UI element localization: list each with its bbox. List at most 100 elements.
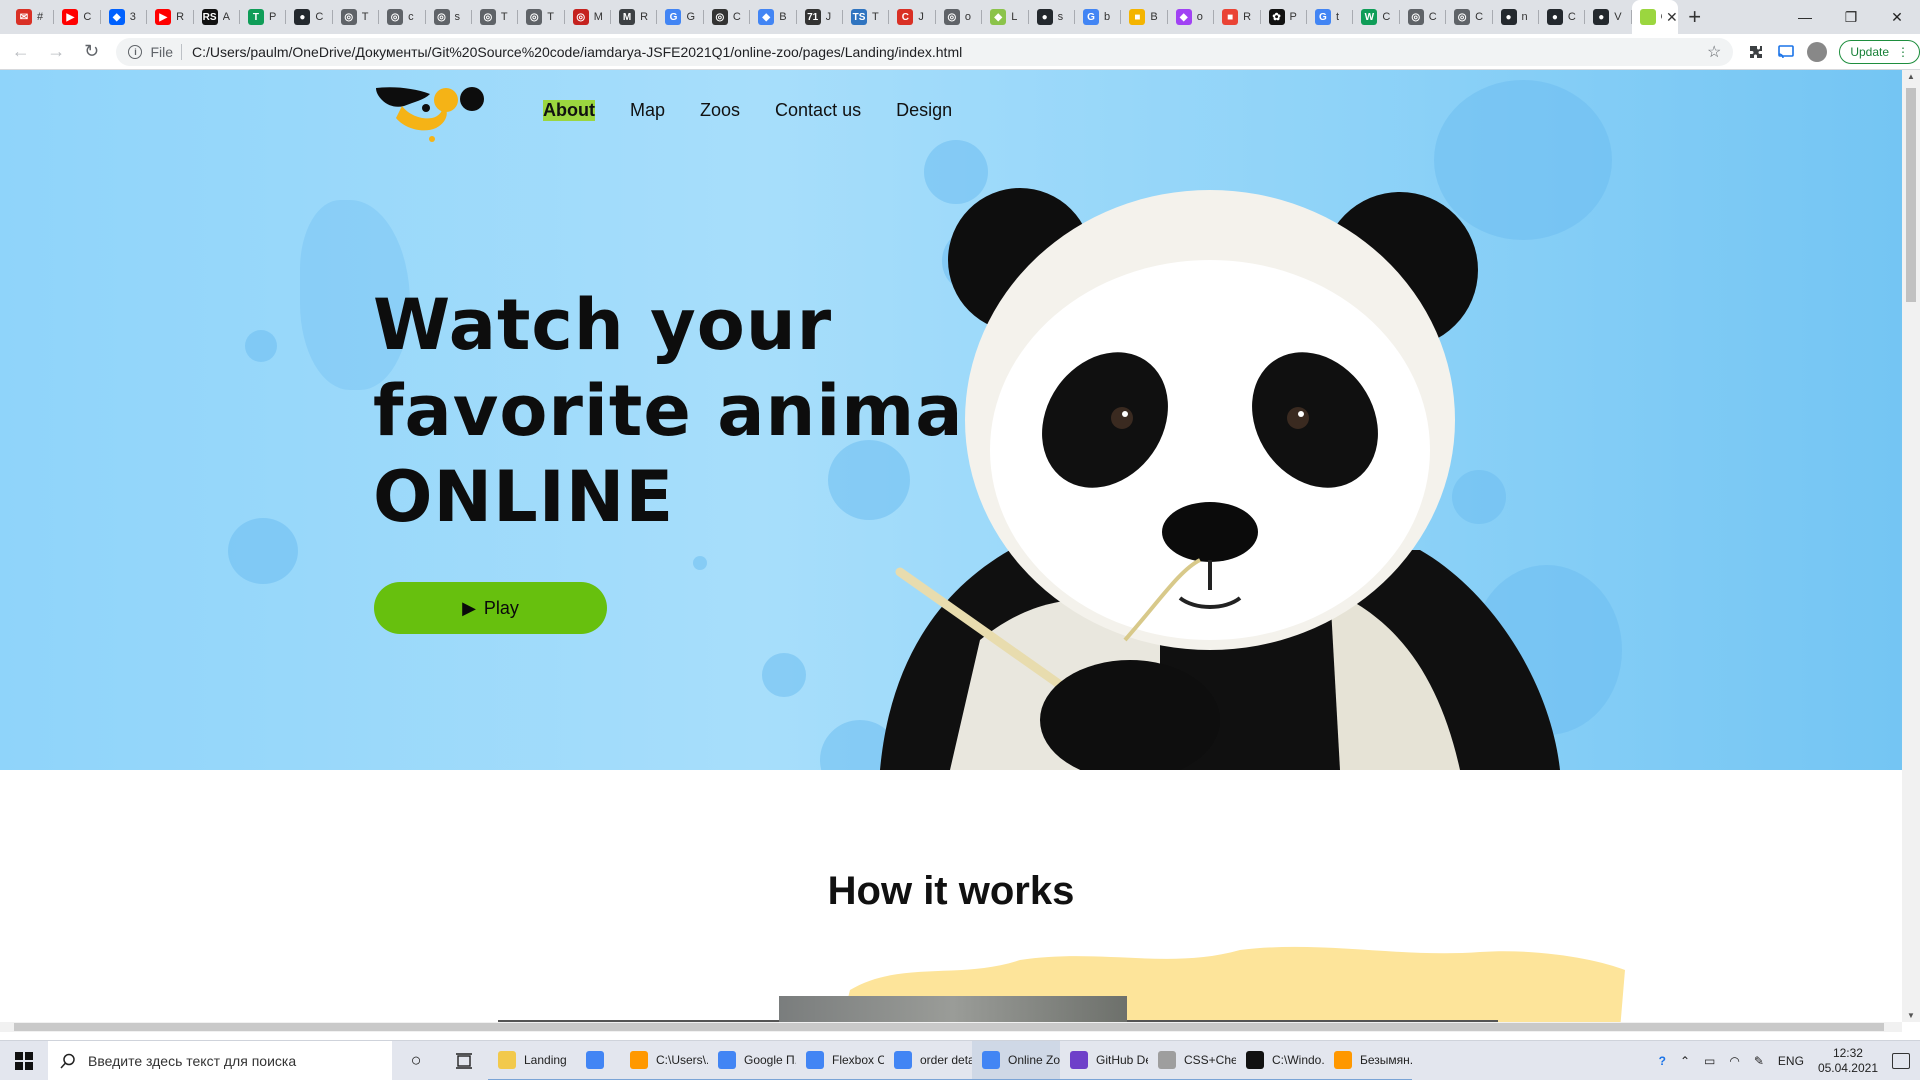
browser-tab[interactable]: ● n bbox=[1493, 0, 1540, 34]
browser-tab[interactable]: RS A bbox=[194, 0, 241, 34]
profile-avatar[interactable] bbox=[1807, 41, 1828, 62]
tab-label: J bbox=[825, 11, 832, 23]
taskbar-search-input[interactable]: Введите здесь текст для поиска bbox=[48, 1040, 392, 1080]
tab-label: b bbox=[1103, 11, 1111, 23]
browser-tab[interactable]: ◎ C bbox=[1446, 0, 1493, 34]
tab-active[interactable]: O ✕ bbox=[1631, 0, 1678, 34]
taskbar-app[interactable]: Landing bbox=[488, 1041, 576, 1080]
extensions-icon[interactable] bbox=[1747, 43, 1765, 61]
browser-tab[interactable]: 71 J bbox=[797, 0, 844, 34]
browser-tab[interactable]: ■ R bbox=[1214, 0, 1261, 34]
browser-tab[interactable]: ◎ C bbox=[704, 0, 751, 34]
browser-tab[interactable]: ◆ 3 bbox=[101, 0, 148, 34]
cortana-icon[interactable]: ○ bbox=[392, 1041, 440, 1080]
url-text[interactable]: C:/Users/paulm/OneDrive/Документы/Git%20… bbox=[192, 44, 1707, 60]
tab-label: C bbox=[83, 11, 92, 23]
nav-design[interactable]: Design bbox=[896, 100, 952, 121]
notifications-icon[interactable] bbox=[1892, 1052, 1910, 1069]
browser-tab[interactable]: ● C bbox=[286, 0, 334, 34]
play-button[interactable]: ▶ Play bbox=[374, 582, 607, 634]
taskbar-app[interactable]: order deta... bbox=[884, 1041, 972, 1080]
browser-tab[interactable]: ▶ R bbox=[147, 0, 194, 34]
browser-tab[interactable]: ● C bbox=[1539, 0, 1586, 34]
pen-icon[interactable]: ✎ bbox=[1754, 1054, 1764, 1068]
restore-button[interactable]: ❐ bbox=[1828, 0, 1874, 34]
browser-tab[interactable]: ▶ C bbox=[54, 0, 102, 34]
browser-tab[interactable]: ◎ s bbox=[426, 0, 473, 34]
back-button[interactable]: ← bbox=[6, 37, 35, 67]
browser-tab[interactable]: TP bbox=[240, 0, 287, 34]
new-tab-button[interactable]: + bbox=[1678, 0, 1712, 34]
browser-tab[interactable]: ◆ B bbox=[750, 0, 798, 34]
nav-zoos[interactable]: Zoos bbox=[700, 100, 740, 121]
tab-label: R bbox=[640, 11, 649, 23]
tab-label: # bbox=[37, 11, 44, 23]
reload-button[interactable]: ↻ bbox=[77, 37, 106, 67]
browser-tab[interactable]: TS T bbox=[843, 0, 890, 34]
browser-tab[interactable]: MR bbox=[611, 0, 658, 34]
forward-button[interactable]: → bbox=[41, 37, 70, 67]
browser-tab[interactable]: ◎ T bbox=[333, 0, 380, 34]
vertical-scrollbar[interactable]: ▲ ▼ bbox=[1902, 70, 1920, 1022]
tab-favicon-icon: TS bbox=[851, 9, 868, 25]
taskbar-app[interactable]: C:\Users\... bbox=[620, 1041, 708, 1080]
browser-tab[interactable]: Gt bbox=[1307, 0, 1354, 34]
browser-tab[interactable]: ◎ o bbox=[936, 0, 983, 34]
browser-tab[interactable]: ✿ P bbox=[1261, 0, 1308, 34]
chevron-up-icon[interactable]: ⌃ bbox=[1680, 1054, 1690, 1068]
browser-tab[interactable]: ◎ T bbox=[472, 0, 519, 34]
browser-tab[interactable]: ◎ T bbox=[518, 0, 566, 34]
browser-tab[interactable]: ◎ c bbox=[379, 0, 426, 34]
browser-tab[interactable]: GG bbox=[657, 0, 705, 34]
browser-tab[interactable]: CJ bbox=[889, 0, 937, 34]
tab-label: C bbox=[1428, 11, 1437, 23]
clock[interactable]: 12:32 05.04.2021 bbox=[1818, 1046, 1878, 1076]
battery-icon[interactable]: ▭ bbox=[1704, 1054, 1715, 1068]
nav-map[interactable]: Map bbox=[630, 100, 665, 121]
app-icon bbox=[1070, 1050, 1088, 1069]
browser-tab[interactable]: ✉ # bbox=[8, 0, 55, 34]
cast-icon[interactable] bbox=[1777, 43, 1795, 61]
scroll-up-icon[interactable]: ▲ bbox=[1907, 72, 1915, 81]
zoo-logo[interactable] bbox=[374, 84, 486, 144]
browser-tab[interactable]: ■ B bbox=[1121, 0, 1169, 34]
app-icon bbox=[586, 1050, 604, 1069]
address-bar[interactable]: i File C:/Users/paulm/OneDrive/Документы… bbox=[116, 37, 1734, 66]
taskbar-app[interactable]: GitHub De... bbox=[1060, 1041, 1148, 1080]
task-view-icon[interactable] bbox=[440, 1041, 488, 1080]
taskbar-app[interactable] bbox=[576, 1041, 620, 1080]
taskbar-app[interactable]: Безымян... bbox=[1324, 1041, 1412, 1080]
horizontal-scrollbar[interactable] bbox=[0, 1022, 1902, 1032]
browser-tab[interactable]: ◎ C bbox=[1400, 0, 1447, 34]
play-label: Play bbox=[483, 597, 519, 618]
close-tab-icon[interactable]: ✕ bbox=[1666, 9, 1678, 26]
taskbar-app[interactable]: C:\Windo... bbox=[1236, 1041, 1324, 1080]
taskbar-app[interactable]: Online Zo... bbox=[972, 1040, 1060, 1080]
browser-tab[interactable]: ● s bbox=[1029, 0, 1076, 34]
tab-favicon-icon: ■ bbox=[1222, 9, 1239, 25]
browser-tab[interactable]: ◆ L bbox=[982, 0, 1029, 34]
nav-about[interactable]: About bbox=[543, 100, 595, 121]
nav-contact-us[interactable]: Contact us bbox=[775, 100, 861, 121]
browser-tab[interactable]: Gb bbox=[1075, 0, 1122, 34]
tab-label: C bbox=[732, 11, 741, 23]
vertical-scroll-thumb[interactable] bbox=[1906, 88, 1916, 302]
taskbar-app[interactable]: Google П... bbox=[708, 1041, 796, 1080]
windows-start-icon[interactable] bbox=[0, 1041, 48, 1080]
browser-tab[interactable]: WC bbox=[1353, 0, 1401, 34]
bookmark-star-icon[interactable]: ☆ bbox=[1707, 42, 1721, 62]
browser-tab[interactable]: ◎ M bbox=[565, 0, 612, 34]
close-window-button[interactable]: ✕ bbox=[1874, 0, 1920, 34]
info-icon[interactable]: i bbox=[128, 44, 143, 59]
taskbar-app[interactable]: CSS+Chea... bbox=[1148, 1041, 1236, 1080]
help-icon[interactable]: ? bbox=[1659, 1054, 1666, 1068]
wifi-icon[interactable]: ◠ bbox=[1729, 1054, 1739, 1068]
scroll-down-icon[interactable]: ▼ bbox=[1907, 1011, 1915, 1020]
browser-tab[interactable]: ● V bbox=[1585, 0, 1633, 34]
horizontal-scroll-thumb[interactable] bbox=[14, 1023, 1884, 1031]
taskbar-app[interactable]: Flexbox C... bbox=[796, 1041, 884, 1080]
minimize-button[interactable]: — bbox=[1782, 0, 1828, 34]
update-button[interactable]: Update ⋮ bbox=[1839, 39, 1920, 64]
browser-tab[interactable]: ◆ o bbox=[1168, 0, 1215, 34]
language-indicator[interactable]: ENG bbox=[1778, 1054, 1804, 1068]
